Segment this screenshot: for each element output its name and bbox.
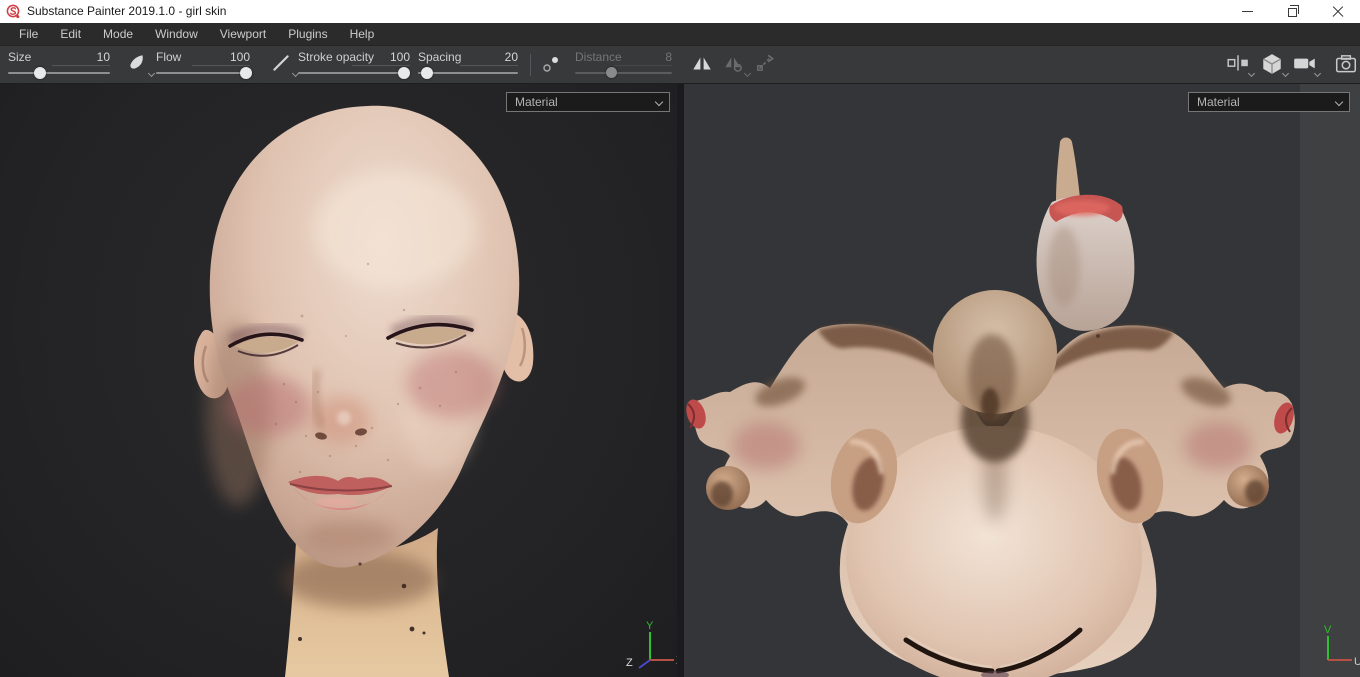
distance-control: Distance 8 — [575, 50, 672, 80]
menu-plugins[interactable]: Plugins — [277, 24, 338, 45]
window-title: Substance Painter 2019.1.0 - girl skin — [27, 4, 226, 18]
axis-z-label: Z — [626, 657, 633, 669]
menu-window[interactable]: Window — [144, 24, 209, 45]
size-slider-track — [8, 72, 110, 74]
toolbar-separator — [530, 54, 531, 76]
menubar: File Edit Mode Window Viewport Plugins H… — [0, 23, 1360, 46]
viewport-2d-canvas[interactable] — [684, 84, 1360, 677]
size-slider-thumb[interactable] — [34, 67, 46, 79]
material-select-2d[interactable]: Material — [1188, 92, 1350, 112]
size-value[interactable]: 10 — [52, 50, 110, 66]
chevron-down-icon — [655, 98, 663, 106]
material-select-2d-value: Material — [1197, 95, 1240, 109]
menu-mode[interactable]: Mode — [92, 24, 144, 45]
chevron-down-icon — [1335, 98, 1343, 106]
flow-slider-track — [156, 72, 250, 74]
stroke-opacity-slider-thumb[interactable] — [398, 67, 410, 79]
flow-label: Flow — [156, 50, 181, 64]
spacing-slider-thumb[interactable] — [421, 67, 433, 79]
axis-u-label: U — [1354, 656, 1360, 668]
size-slider[interactable] — [8, 67, 110, 79]
split-view-icon — [1226, 52, 1250, 76]
titlebar: Substance Painter 2019.1.0 - girl skin — [0, 0, 1360, 23]
flow-value[interactable]: 100 — [192, 50, 250, 66]
stroke-opacity-slider[interactable] — [298, 67, 410, 79]
spacing-slider-track — [418, 72, 518, 74]
brush-toolbar: Size 10 Flow 100 — [0, 46, 1360, 84]
symmetry-icon — [690, 52, 714, 76]
viewport-splitter[interactable] — [677, 84, 684, 677]
restore-button[interactable] — [1270, 0, 1315, 23]
stroke-opacity-control: Stroke opacity 100 — [298, 50, 410, 80]
symmetry-button[interactable] — [690, 52, 716, 78]
axis-gizmo-2d: V U — [1316, 624, 1360, 670]
photo-camera-icon — [1334, 52, 1358, 76]
display-split-view-button[interactable] — [1226, 52, 1252, 78]
minimize-icon — [1242, 11, 1253, 12]
menu-edit[interactable]: Edit — [49, 24, 92, 45]
material-select-3d[interactable]: Material — [506, 92, 670, 112]
material-select-3d-value: Material — [515, 95, 558, 109]
restore-icon — [1288, 8, 1297, 17]
close-button[interactable] — [1315, 0, 1360, 23]
minimize-button[interactable] — [1225, 0, 1270, 23]
chevron-down-icon — [148, 70, 155, 77]
screenshot-button[interactable] — [1334, 52, 1360, 78]
spacing-control: Spacing 20 — [418, 50, 518, 80]
menu-viewport[interactable]: Viewport — [209, 24, 277, 45]
symmetry-settings-button[interactable] — [722, 52, 748, 78]
pencil-stroke-icon — [270, 52, 292, 74]
spacing-distance-toggle-button[interactable] — [541, 54, 567, 80]
distance-slider — [575, 67, 672, 79]
spacing-dots-icon — [541, 54, 561, 74]
distance-slider-thumb — [606, 67, 617, 78]
axis-gizmo-3d: Y X Z — [620, 620, 677, 676]
substance-painter-window: Substance Painter 2019.1.0 - girl skin F… — [0, 0, 1360, 677]
spacing-slider[interactable] — [418, 67, 518, 79]
axis-y-label: Y — [646, 620, 654, 632]
menu-help[interactable]: Help — [339, 24, 386, 45]
flow-control: Flow 100 — [156, 50, 250, 80]
flow-slider[interactable] — [156, 67, 250, 79]
viewport-3d-canvas[interactable] — [0, 84, 677, 677]
size-control: Size 10 — [8, 50, 110, 80]
spacing-value[interactable]: 20 — [460, 50, 518, 66]
pencil-preset-button[interactable] — [270, 52, 296, 78]
distance-value: 8 — [614, 50, 672, 66]
lazy-mouse-icon — [755, 52, 777, 74]
brush-preset-button[interactable] — [126, 52, 152, 78]
brush-tip-icon — [126, 52, 148, 74]
flow-slider-thumb[interactable] — [240, 67, 252, 79]
projection-3d-button[interactable] — [1260, 52, 1286, 78]
camera-view-button[interactable] — [1292, 52, 1318, 78]
viewport-3d[interactable]: Material Y X Z — [0, 84, 677, 677]
menu-file[interactable]: File — [8, 24, 49, 45]
stroke-opacity-value[interactable]: 100 — [352, 50, 410, 66]
substance-painter-logo-icon — [6, 4, 21, 19]
viewport-2d[interactable]: Material V U — [684, 84, 1360, 677]
spacing-label: Spacing — [418, 50, 461, 64]
axis-v-label: V — [1324, 624, 1332, 636]
lazy-mouse-button[interactable] — [755, 52, 781, 78]
close-icon — [1331, 5, 1345, 19]
symmetry-settings-icon — [722, 52, 746, 76]
size-label: Size — [8, 50, 31, 64]
stroke-opacity-slider-track — [298, 72, 410, 74]
window-controls — [1225, 0, 1360, 23]
distance-slider-track — [575, 72, 672, 74]
cube-icon — [1260, 52, 1284, 76]
